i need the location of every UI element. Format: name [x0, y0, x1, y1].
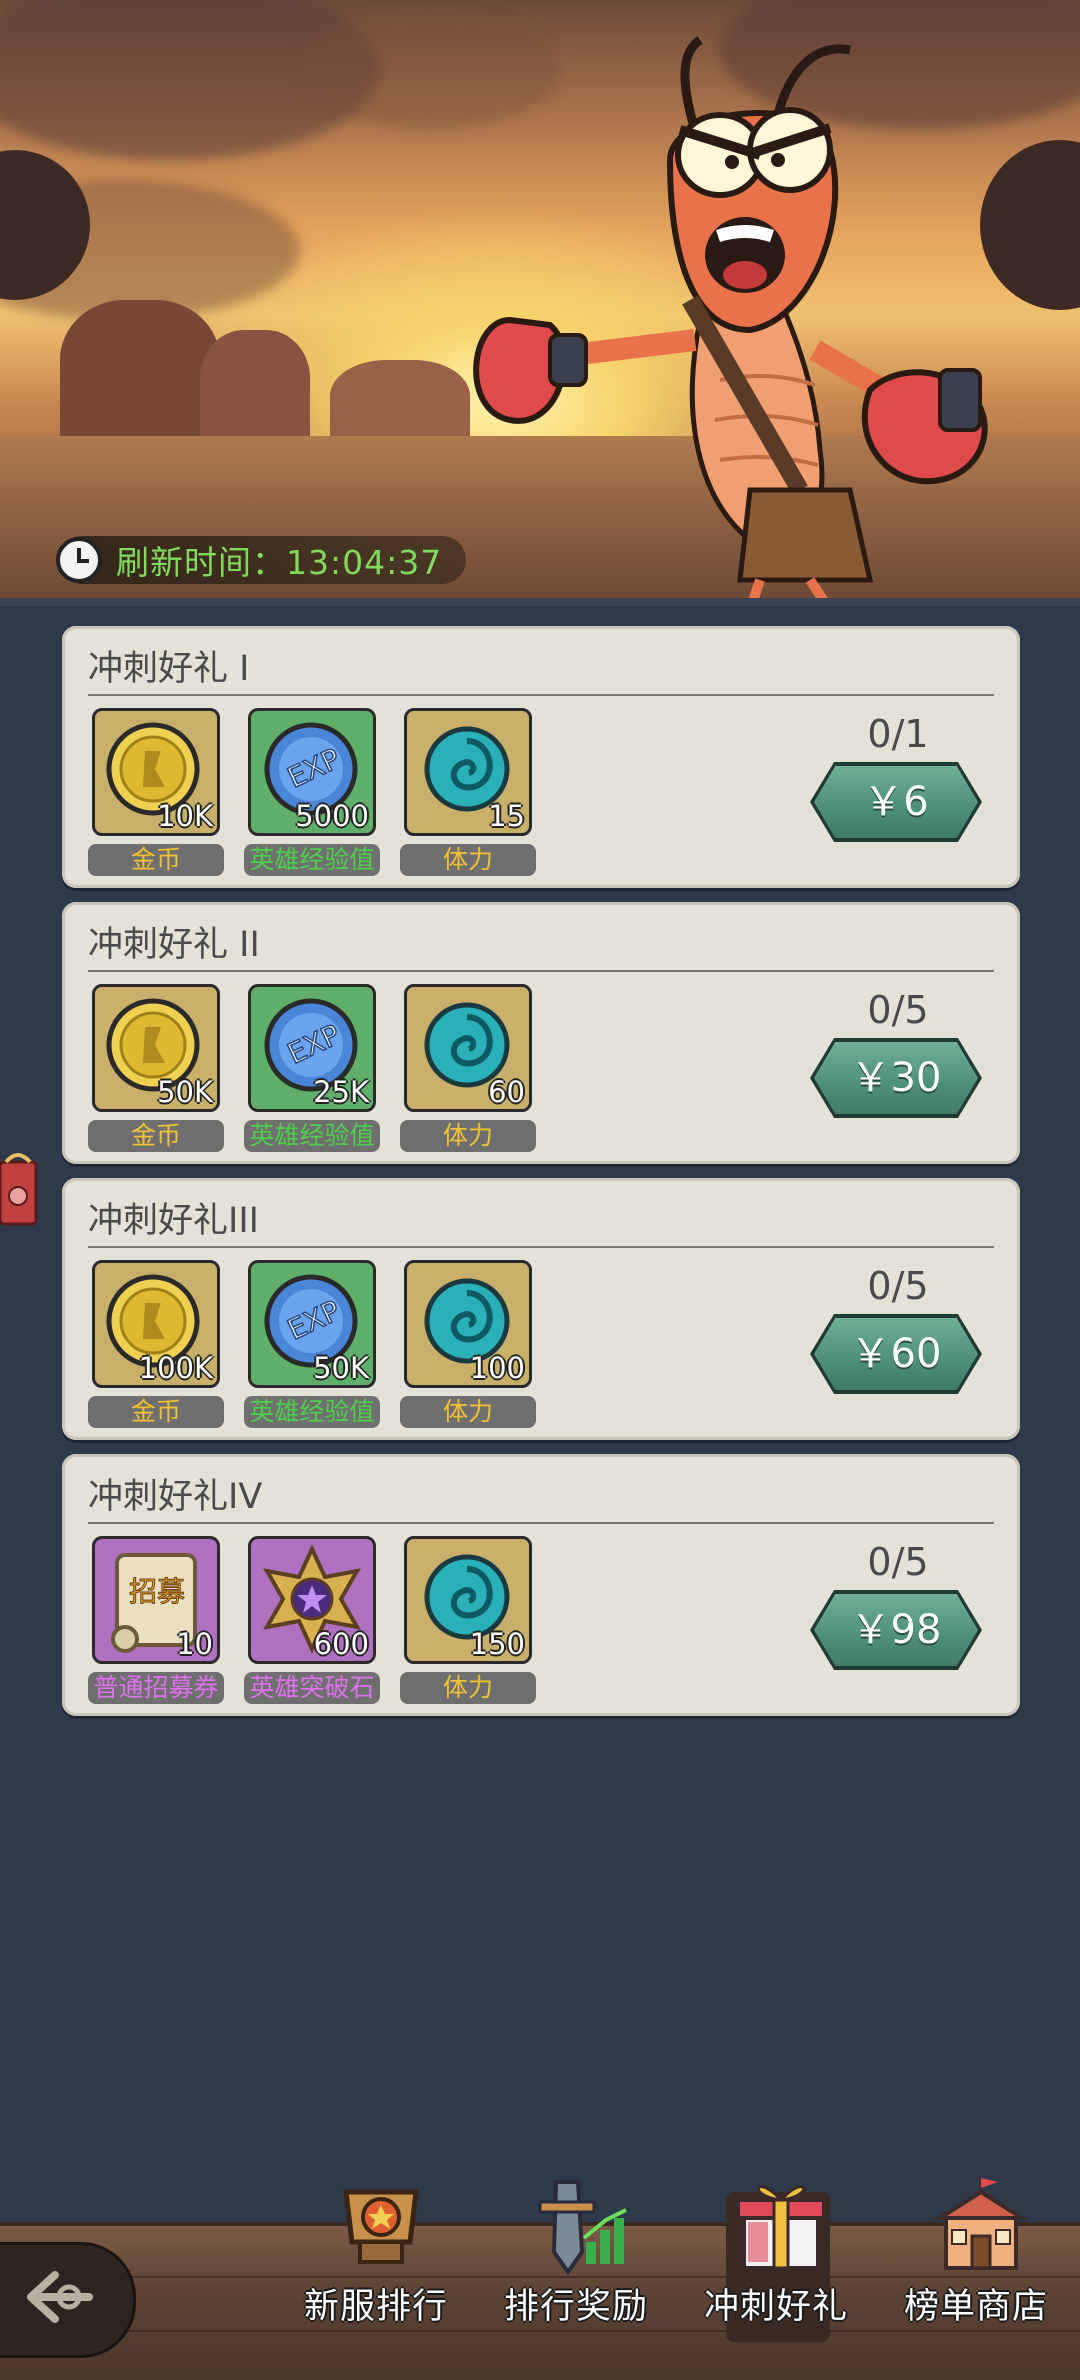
gift-title: 冲刺好礼 II: [88, 925, 260, 965]
back-button[interactable]: [0, 2242, 136, 2358]
nav-label: 新服排行: [303, 2287, 448, 2327]
reward-name: 体力: [400, 1396, 536, 1428]
gold-coin-icon: 10K: [92, 708, 220, 836]
price-label: ￥98: [814, 1594, 978, 1666]
recruit-badge: 招募: [129, 1575, 185, 1608]
price-label: ￥6: [814, 766, 978, 838]
reward-qty: 600: [313, 1627, 369, 1661]
reward-item[interactable]: 50K 金币: [88, 984, 224, 1154]
reward-item[interactable]: 15 体力: [400, 708, 536, 878]
reward-qty: 100K: [138, 1351, 213, 1385]
stamina-swirl-icon: 100: [404, 1260, 532, 1388]
reward-item[interactable]: 招募 10 普通招募券: [88, 1536, 224, 1706]
reward-item[interactable]: EXP 5000 英雄经验值: [244, 708, 380, 878]
gift-card-4: 冲刺好礼IV 招募 10 普通招募券 600 英雄突破石 150 体力 0/5: [62, 1454, 1020, 1716]
reward-name: 普通招募券: [88, 1672, 224, 1704]
divider: [88, 694, 994, 696]
exp-coin-icon: EXP 50K: [248, 1260, 376, 1388]
gift-title: 冲刺好礼IV: [88, 1477, 263, 1517]
stamina-swirl-icon: 15: [404, 708, 532, 836]
stamina-swirl-icon: 60: [404, 984, 532, 1112]
side-gift-icon[interactable]: [0, 1148, 40, 1230]
reward-qty: 10K: [157, 799, 213, 833]
hero-banner: [0, 0, 1080, 606]
gift-title: 冲刺好礼 I: [88, 649, 250, 689]
gift-card-1: 冲刺好礼 I 10K 金币 EXP 5000 英雄经验值 15 体力 0/1 ￥…: [62, 626, 1020, 888]
recruit-scroll-icon: 招募 10: [92, 1536, 220, 1664]
shop-building-icon: [933, 2178, 1029, 2270]
gold-coin-icon: 50K: [92, 984, 220, 1112]
gold-coin-icon: 100K: [92, 1260, 220, 1388]
nav-new-server-ranking[interactable]: 新服排行: [276, 2172, 476, 2327]
reward-item[interactable]: 600 英雄突破石: [244, 1536, 380, 1706]
exp-coin-icon: EXP 25K: [248, 984, 376, 1112]
reward-name: 英雄经验值: [244, 844, 380, 876]
reward-name: 英雄经验值: [244, 1120, 380, 1152]
stamina-swirl-icon: 150: [404, 1536, 532, 1664]
reward-item[interactable]: 10K 金币: [88, 708, 224, 878]
nav-label: 排行奖励: [503, 2287, 648, 2327]
back-arrow-icon: [27, 2271, 93, 2323]
reward-name: 金币: [88, 1120, 224, 1152]
exp-coin-icon: EXP 5000: [248, 708, 376, 836]
divider: [88, 1246, 994, 1248]
reward-qty: 5000: [295, 799, 369, 833]
price-label: ￥60: [814, 1318, 978, 1390]
purchase-count: 0/5: [867, 1264, 929, 1308]
nav-sprint-gifts[interactable]: 冲刺好礼: [676, 2172, 876, 2342]
reward-item[interactable]: EXP 25K 英雄经验值: [244, 984, 380, 1154]
reward-item[interactable]: 100 体力: [400, 1260, 536, 1430]
buy-button[interactable]: ￥60: [810, 1314, 982, 1394]
refresh-time-text: 刷新时间：13:04:37: [116, 543, 443, 582]
reward-qty: 10: [176, 1627, 213, 1661]
reward-qty: 50K: [313, 1351, 369, 1385]
nav-label: 榜单商店: [903, 2287, 1048, 2327]
reward-name: 体力: [400, 1120, 536, 1152]
reward-qty: 50K: [157, 1075, 213, 1109]
reward-qty: 100: [469, 1351, 525, 1385]
purchase-count: 0/5: [867, 988, 929, 1032]
shrimp-boxer-illustration: [473, 36, 988, 600]
buy-button[interactable]: ￥30: [810, 1038, 982, 1118]
reward-qty: 25K: [313, 1075, 369, 1109]
reward-qty: 150: [469, 1627, 525, 1661]
nav-label: 冲刺好礼: [703, 2287, 848, 2327]
sword-chart-icon: [538, 2180, 627, 2276]
buy-button[interactable]: ￥98: [810, 1590, 982, 1670]
reward-item[interactable]: EXP 50K 英雄经验值: [244, 1260, 380, 1430]
refresh-timer: 刷新时间：13:04:37: [56, 536, 466, 584]
reward-item[interactable]: 100K 金币: [88, 1260, 224, 1430]
gift-box-icon: [736, 2185, 826, 2270]
gift-list: 冲刺好礼 I 10K 金币 EXP 5000 英雄经验值 15 体力 0/1 ￥…: [62, 626, 1020, 1730]
gift-card-2: 冲刺好礼 II 50K 金币 EXP 25K 英雄经验值 60 体力 0/5 ￥…: [62, 902, 1020, 1164]
reward-qty: 15: [488, 799, 525, 833]
buy-button[interactable]: ￥6: [810, 762, 982, 842]
reward-item[interactable]: 150 体力: [400, 1536, 536, 1706]
reward-name: 体力: [400, 844, 536, 876]
purchase-count: 0/5: [867, 1540, 929, 1584]
divider: [88, 970, 994, 972]
gift-card-3: 冲刺好礼III 100K 金币 EXP 50K 英雄经验值 100 体力 0/5: [62, 1178, 1020, 1440]
reward-name: 金币: [88, 844, 224, 876]
divider: [88, 1522, 994, 1524]
breakthrough-star-icon: 600: [248, 1536, 376, 1664]
reward-name: 英雄突破石: [244, 1672, 380, 1704]
reward-qty: 60: [488, 1075, 525, 1109]
reward-name: 英雄经验值: [244, 1396, 380, 1428]
nav-ranking-rewards[interactable]: 排行奖励: [476, 2172, 676, 2327]
price-label: ￥30: [814, 1042, 978, 1114]
gift-title: 冲刺好礼III: [88, 1201, 259, 1241]
purchase-count: 0/1: [867, 712, 929, 756]
reward-item[interactable]: 60 体力: [400, 984, 536, 1154]
reward-name: 体力: [400, 1672, 536, 1704]
reward-name: 金币: [88, 1396, 224, 1428]
clock-icon: [56, 537, 102, 583]
nav-ranking-shop[interactable]: 榜单商店: [876, 2172, 1076, 2327]
trophy-icon: [343, 2189, 419, 2264]
